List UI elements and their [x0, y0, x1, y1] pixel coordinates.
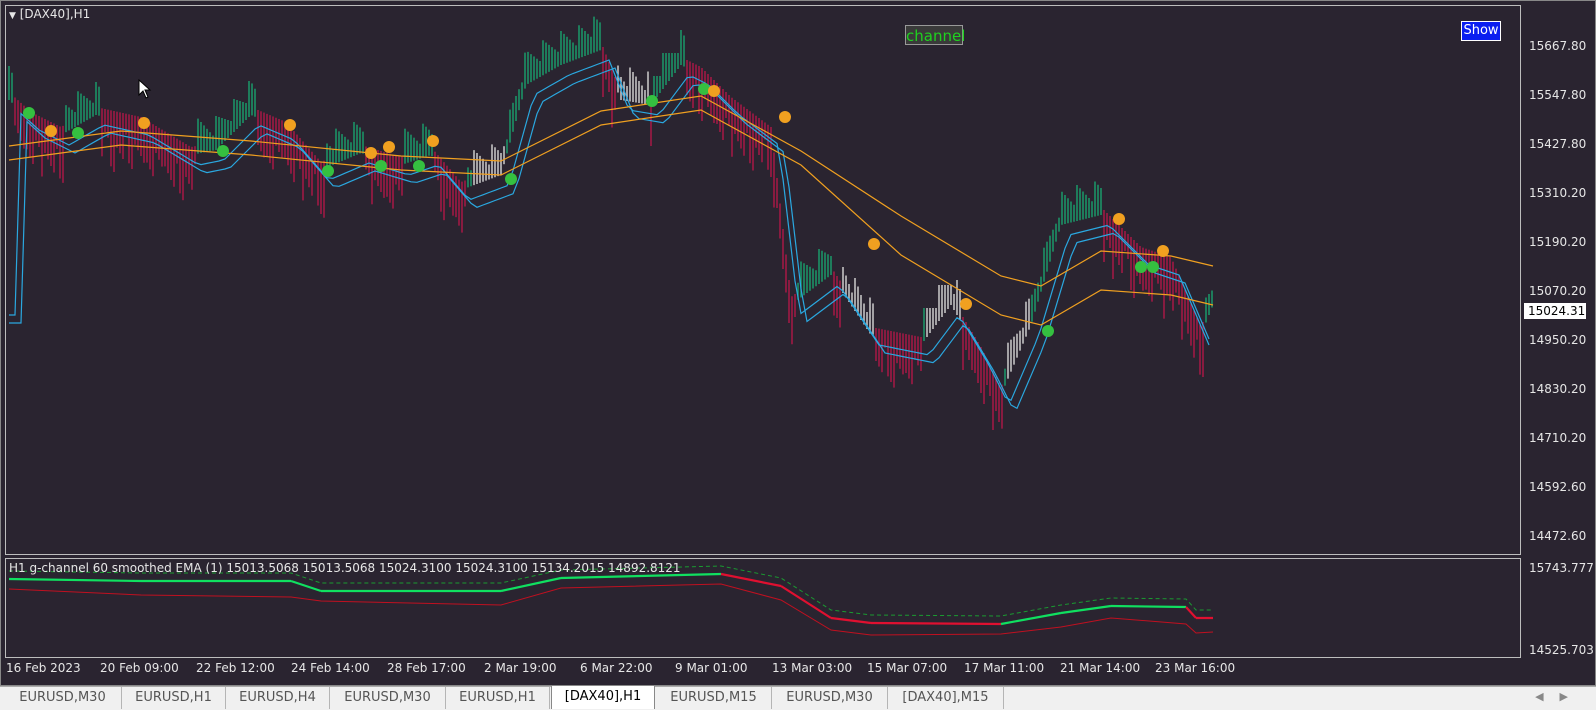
- indicator-axis-top: 15743.777: [1529, 561, 1594, 575]
- price-axis[interactable]: 15667.80 15547.80 15427.80 15310.20 1519…: [1521, 5, 1596, 658]
- price-label: 15427.80: [1529, 137, 1587, 151]
- sell-signal-icon: [708, 85, 720, 97]
- time-label: 20 Feb 09:00: [100, 661, 179, 675]
- tab-eurusd-h1[interactable]: EURUSD,H1: [446, 687, 550, 709]
- tab-dax40-m15[interactable]: [DAX40],M15: [888, 687, 1004, 709]
- channel-line-segment: [1110, 604, 1187, 609]
- sell-signal-icon: [960, 298, 972, 310]
- buy-signal-icon: [1147, 261, 1159, 273]
- buy-signal-icon: [72, 127, 84, 139]
- chart-window[interactable]: ▼ [DAX40],H1 channel Show H1 g-channel 6…: [0, 0, 1596, 686]
- channel-line-segment: [1060, 604, 1112, 615]
- time-label: 15 Mar 07:00: [867, 661, 948, 675]
- chart-symbol-label[interactable]: ▼ [DAX40],H1: [9, 7, 90, 21]
- buy-signal-icon: [646, 95, 658, 107]
- tab-eurusd-h4[interactable]: EURUSD,H4: [226, 687, 330, 709]
- sell-signal-icon: [383, 141, 395, 153]
- buy-signal-icon: [698, 83, 710, 95]
- buy-signal-icon: [23, 107, 35, 119]
- price-label: 15547.80: [1529, 88, 1587, 102]
- price-label: 14830.20: [1529, 382, 1587, 396]
- tab-eurusd-m30[interactable]: EURUSD,M30: [330, 687, 446, 709]
- sell-signal-icon: [1157, 245, 1169, 257]
- time-label: 13 Mar 03:00: [772, 661, 853, 675]
- sell-signal-icon: [45, 125, 57, 137]
- tab-eurusd-h1[interactable]: EURUSD,H1: [122, 687, 226, 709]
- scroll-arrows-icon[interactable]: ◀▶: [1535, 690, 1584, 703]
- price-chart-graphics: [8, 16, 1214, 636]
- buy-signal-icon: [375, 160, 387, 172]
- sell-signal-icon: [779, 111, 791, 123]
- ema-fast-line: [9, 59, 1210, 402]
- time-label: 28 Feb 17:00: [387, 661, 466, 675]
- chart-tab-bar: EURUSD,M30 EURUSD,H1 EURUSD,H4 EURUSD,M3…: [0, 685, 1596, 710]
- buy-signal-icon: [322, 165, 334, 177]
- time-label: 2 Mar 19:00: [484, 661, 557, 675]
- time-label: 22 Feb 12:00: [196, 661, 275, 675]
- channel-line-segment: [870, 621, 1002, 626]
- price-label: 15070.20: [1529, 284, 1587, 298]
- price-label: 15190.20: [1529, 235, 1587, 249]
- price-label: 14950.20: [1529, 333, 1587, 347]
- price-label: 15310.20: [1529, 186, 1587, 200]
- time-label: 6 Mar 22:00: [580, 661, 653, 675]
- symbol-text: [DAX40],H1: [19, 7, 91, 21]
- time-label: 16 Feb 2023: [6, 661, 81, 675]
- channel-line-segment: [8, 577, 142, 583]
- indicator-axis-bottom: 14525.703: [1529, 643, 1594, 657]
- price-label: 14472.60: [1529, 529, 1587, 543]
- ema-slow-line: [8, 95, 1214, 287]
- time-label: 24 Feb 14:00: [291, 661, 370, 675]
- tab-eurusd-m30[interactable]: EURUSD,M30: [4, 687, 122, 709]
- buy-signal-icon: [505, 173, 517, 185]
- buy-signal-icon: [217, 145, 229, 157]
- price-label: 14592.60: [1529, 480, 1587, 494]
- channel-lower-line: [8, 583, 1214, 636]
- buy-signal-icon: [1135, 261, 1147, 273]
- channel-line-segment: [500, 576, 562, 593]
- sell-signal-icon: [868, 238, 880, 250]
- sell-signal-icon: [1113, 213, 1125, 225]
- time-label: 23 Mar 16:00: [1155, 661, 1236, 675]
- sell-signal-icon: [365, 147, 377, 159]
- triangle-down-icon[interactable]: ▼: [9, 11, 16, 21]
- indicator-label: H1 g-channel 60 smoothed EMA (1) 15013.5…: [9, 561, 681, 575]
- sell-signal-icon: [427, 135, 439, 147]
- tab-dax40-h1[interactable]: [DAX40],H1: [551, 685, 655, 709]
- price-label: 14710.20: [1529, 431, 1587, 445]
- time-label: 21 Mar 14:00: [1060, 661, 1141, 675]
- current-price-tag: 15024.31: [1524, 303, 1586, 319]
- channel-line-segment: [830, 616, 872, 625]
- channel-line-segment: [720, 572, 782, 588]
- time-label: 17 Mar 11:00: [964, 661, 1045, 675]
- channel-line-segment: [290, 579, 322, 593]
- show-button[interactable]: Show: [1461, 21, 1501, 41]
- channel-line-segment: [780, 585, 832, 619]
- channel-button[interactable]: channel: [905, 25, 965, 45]
- tab-eurusd-m30[interactable]: EURUSD,M30: [772, 687, 888, 709]
- price-label: 15667.80: [1529, 39, 1587, 53]
- time-label: 9 Mar 01:00: [675, 661, 748, 675]
- buy-signal-icon: [1042, 325, 1054, 337]
- tab-eurusd-m15[interactable]: EURUSD,M15: [656, 687, 772, 709]
- buy-signal-icon: [413, 160, 425, 172]
- ema-slow-line: [8, 109, 1214, 326]
- sell-signal-icon: [138, 117, 150, 129]
- sell-signal-icon: [284, 119, 296, 131]
